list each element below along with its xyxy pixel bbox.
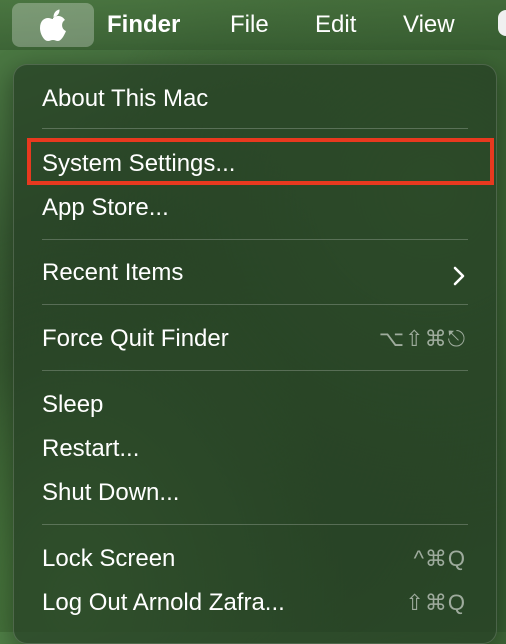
keyboard-shortcut: ⇧⌘Q (405, 590, 466, 615)
menu-separator (42, 304, 468, 305)
apple-menu-button[interactable] (12, 3, 94, 47)
keyboard-shortcut: ^⌘Q (413, 546, 466, 571)
menu-item-label: Restart... (42, 435, 140, 462)
menu-item-label: App Store... (42, 194, 169, 221)
menu-item-label: Lock Screen (42, 545, 176, 572)
menu-item-label: About This Mac (42, 85, 209, 112)
menu-item-lock-screen[interactable]: Lock Screen ^⌘Q (42, 541, 466, 577)
menubar-item-edit[interactable]: Edit (315, 10, 356, 40)
menubar-item-finder[interactable]: Finder (107, 10, 180, 40)
menu-item-app-store[interactable]: App Store... (42, 190, 466, 226)
menu-item-force-quit[interactable]: Force Quit Finder ⌥⇧⌘⎋ (42, 321, 466, 357)
menu-item-recent-items[interactable]: Recent Items (42, 255, 466, 291)
menubar-item-file[interactable]: File (230, 10, 269, 40)
menu-separator (42, 128, 468, 129)
menubar-overflow-item[interactable] (498, 10, 506, 36)
apple-logo-icon (38, 8, 68, 42)
chevron-right-icon (452, 262, 466, 298)
menu-separator (42, 239, 468, 240)
keyboard-shortcut: ⌥⇧⌘⎋ (378, 326, 466, 351)
menu-item-label: Log Out Arnold Zafra... (42, 589, 285, 616)
menu-item-label: Force Quit Finder (42, 325, 229, 352)
menu-item-sleep[interactable]: Sleep (42, 387, 466, 423)
menu-separator (42, 370, 468, 371)
menu-item-about-this-mac[interactable]: About This Mac (42, 81, 466, 117)
menubar-item-view[interactable]: View (403, 10, 455, 40)
menu-item-label: Sleep (42, 391, 104, 418)
menu-item-label: Shut Down... (42, 479, 180, 506)
menu-item-label: Recent Items (42, 259, 184, 286)
menu-bar: Finder File Edit View (0, 0, 506, 50)
menu-item-shut-down[interactable]: Shut Down... (42, 475, 466, 511)
highlight-box (27, 138, 494, 185)
menu-item-log-out[interactable]: Log Out Arnold Zafra... ⇧⌘Q (42, 585, 466, 621)
menu-item-restart[interactable]: Restart... (42, 431, 466, 467)
menu-separator (42, 524, 468, 525)
